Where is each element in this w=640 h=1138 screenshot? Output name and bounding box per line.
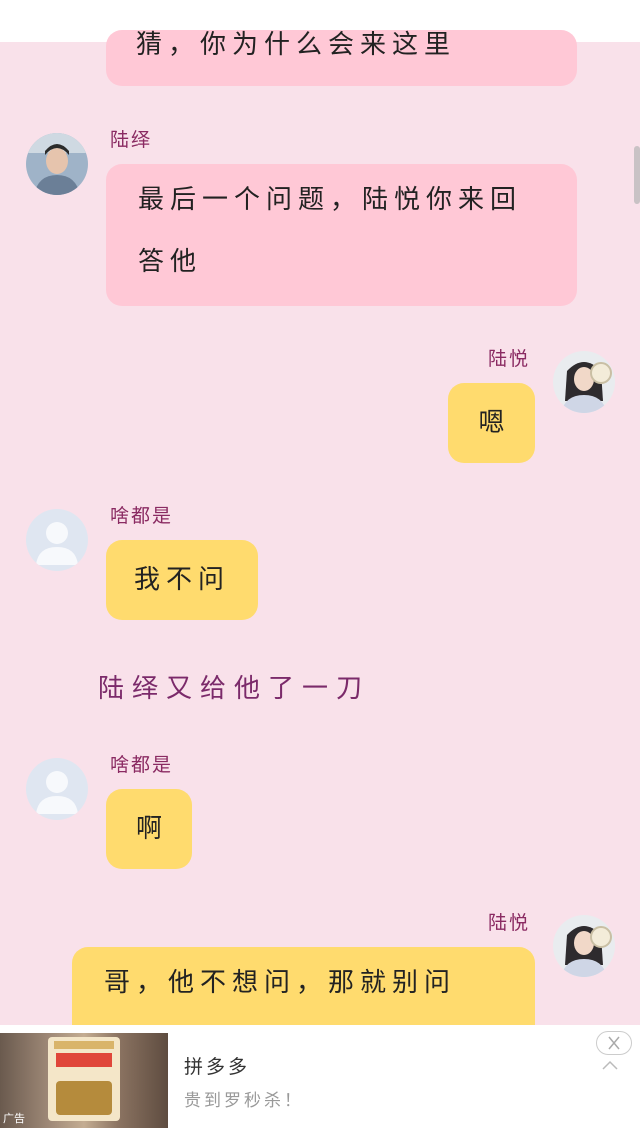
message-text: 啊: [135, 814, 162, 844]
sender-name: 陆绎: [110, 129, 153, 151]
ad-title[interactable]: 拼多多: [184, 1052, 250, 1079]
message-bubble: 猜，你为什么会来这里: [106, 30, 577, 86]
chevron-up-icon[interactable]: [600, 1058, 620, 1072]
sender-name: 啥都是: [110, 505, 174, 527]
sender-name: 陆悦: [488, 912, 531, 934]
default-user-icon[interactable]: [26, 758, 88, 820]
woman-avatar-icon[interactable]: [553, 351, 615, 413]
ad-banner[interactable]: 广告: [0, 1025, 640, 1138]
default-user-icon[interactable]: [26, 509, 88, 571]
message-text-line: 答他: [138, 247, 203, 277]
scrollbar-thumb[interactable]: [634, 146, 640, 204]
ad-subtitle[interactable]: 贵到罗秒杀！: [184, 1086, 304, 1111]
sender-name: 陆悦: [488, 348, 531, 370]
woman-avatar-icon[interactable]: [553, 915, 615, 977]
close-icon[interactable]: [596, 1031, 632, 1055]
narration-text: 陆绎又给他了一刀: [98, 674, 371, 704]
ad-product-card: [48, 1037, 120, 1121]
message-bubble: 最后一个问题，陆悦你来回 答他: [106, 164, 577, 306]
ad-image[interactable]: 广告: [0, 1033, 168, 1128]
man-avatar-icon[interactable]: [26, 133, 88, 195]
message-bubble: 我不问: [106, 540, 258, 620]
message-text-line: 最后一个问题，陆悦你来回: [138, 185, 523, 215]
message-bubble: 嗯: [448, 383, 535, 463]
message-bubble: 啊: [106, 789, 192, 869]
ad-tag: 广告: [3, 1112, 25, 1125]
message-text: 嗯: [478, 408, 505, 438]
message-text: 哥，他不想问，那就别问: [104, 968, 457, 998]
message-text: 猜，你为什么会来这里: [136, 30, 457, 60]
sender-name: 啥都是: [110, 754, 174, 776]
message-text: 我不问: [133, 565, 230, 595]
